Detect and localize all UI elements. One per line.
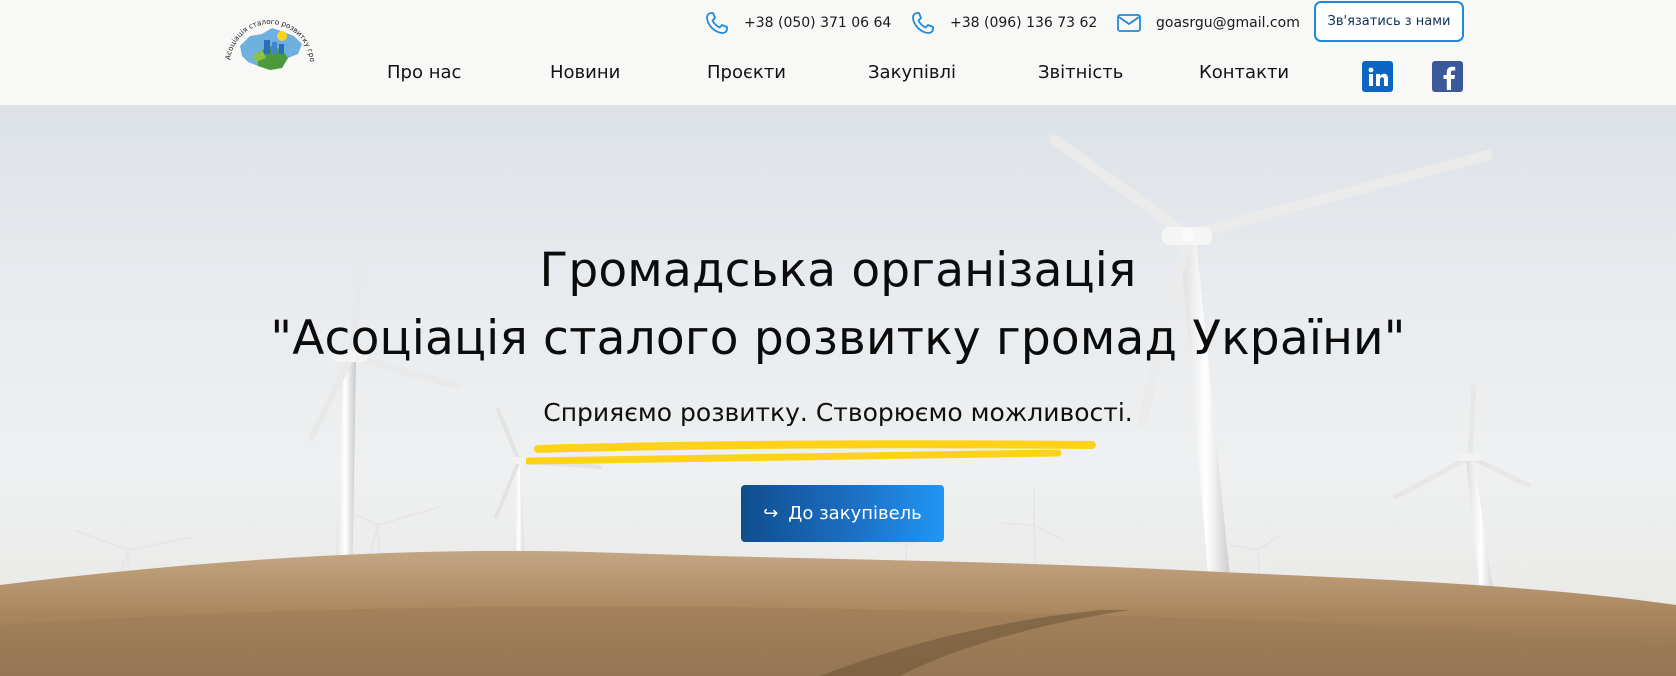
facebook-icon[interactable]	[1432, 61, 1463, 92]
linkedin-icon[interactable]	[1362, 61, 1393, 92]
nav-item-procurement[interactable]: Закупівлі	[868, 62, 956, 83]
nav-item-about[interactable]: Про нас	[387, 62, 461, 83]
phone-number-2[interactable]: +38 (096) 136 73 62	[950, 15, 1097, 31]
tagline-yellow-underline	[526, 440, 1096, 465]
wind-turbines-background	[0, 135, 1676, 676]
nav-item-contacts[interactable]: Контакти	[1199, 62, 1289, 83]
phone-number-1[interactable]: +38 (050) 371 06 64	[744, 15, 891, 31]
email-contact[interactable]: goasrgu@gmail.com	[1116, 10, 1300, 36]
site-header: Асоціація сталого розвитку громад Україн…	[0, 0, 1676, 105]
email-address[interactable]: goasrgu@gmail.com	[1156, 15, 1300, 31]
to-procurement-button[interactable]: ↪ До закупівель	[741, 485, 944, 542]
nav-item-news[interactable]: Новини	[550, 62, 620, 83]
nav-item-reports[interactable]: Звітність	[1038, 62, 1123, 83]
nav-item-projects[interactable]: Проєкти	[707, 62, 786, 83]
phone-contact-2[interactable]: +38 (096) 136 73 62	[910, 10, 1097, 36]
hero-title-line-1: Громадська організація	[539, 243, 1137, 298]
to-procurement-label: До закупівель	[788, 503, 922, 524]
hero-section: Громадська організація "Асоціація сталог…	[0, 105, 1676, 676]
contact-us-button[interactable]: Зв'язатись з нами	[1314, 1, 1464, 42]
main-nav: Про нас Новини Проєкти Закупівлі Звітніс…	[0, 62, 1676, 92]
phone-icon	[706, 12, 728, 34]
turbine-center	[1050, 135, 1493, 597]
arrow-icon: ↪	[763, 503, 779, 524]
phone-contact-1[interactable]: +38 (050) 371 06 64	[704, 10, 891, 36]
phone-icon	[912, 12, 934, 34]
hero-title-line-2: "Асоціація сталого розвитку громад Украї…	[270, 311, 1406, 366]
hero-tagline: Сприяємо розвитку. Створюємо можливості.	[543, 398, 1133, 427]
mail-icon	[1117, 14, 1141, 32]
